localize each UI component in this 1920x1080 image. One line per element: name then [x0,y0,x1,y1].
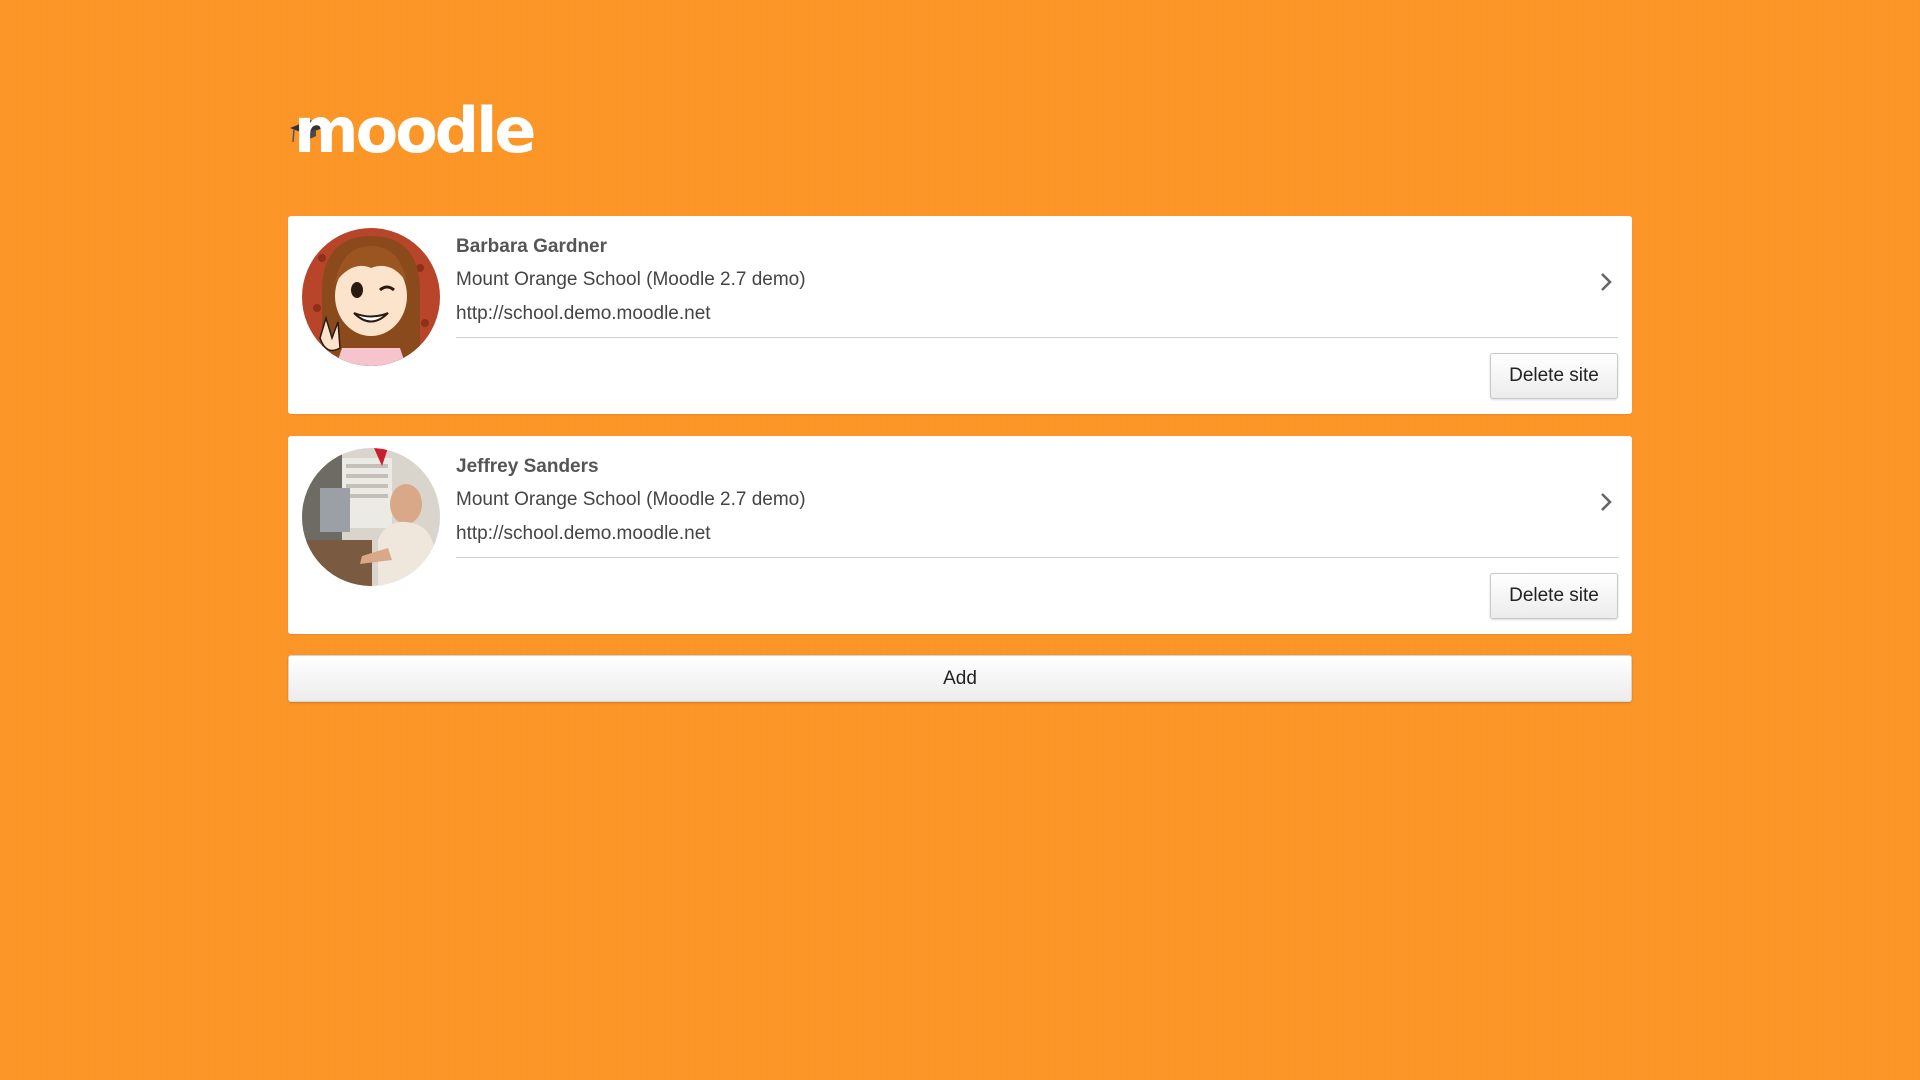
moodle-logo: moodle [288,96,536,166]
divider [456,557,1618,558]
site-user-name: Jeffrey Sanders [456,456,599,477]
divider [456,337,1618,338]
site-url: http://school.demo.moodle.net [456,523,711,544]
chevron-right-icon [1601,493,1612,511]
site-list: Barbara Gardner Mount Orange School (Moo… [288,216,1632,656]
add-site-button[interactable]: Add [288,655,1632,702]
site-login-link[interactable]: Barbara Gardner Mount Orange School (Moo… [456,216,1632,338]
chevron-right-icon [1601,273,1612,291]
site-user-name: Barbara Gardner [456,236,608,257]
user-avatar [302,448,440,586]
logo-wordmark: moodle [294,94,536,167]
man-photo-avatar-icon [302,448,440,586]
cartoon-girl-avatar-icon [302,228,440,366]
site-name: Mount Orange School (Moodle 2.7 demo) [456,269,806,290]
delete-site-button[interactable]: Delete site [1490,573,1618,619]
site-card: Jeffrey Sanders Mount Orange School (Moo… [288,436,1632,634]
site-card: Barbara Gardner Mount Orange School (Moo… [288,216,1632,414]
site-name: Mount Orange School (Moodle 2.7 demo) [456,489,806,510]
user-avatar [302,228,440,366]
delete-site-button[interactable]: Delete site [1490,353,1618,399]
site-url: http://school.demo.moodle.net [456,303,711,324]
site-login-link[interactable]: Jeffrey Sanders Mount Orange School (Moo… [456,436,1632,558]
